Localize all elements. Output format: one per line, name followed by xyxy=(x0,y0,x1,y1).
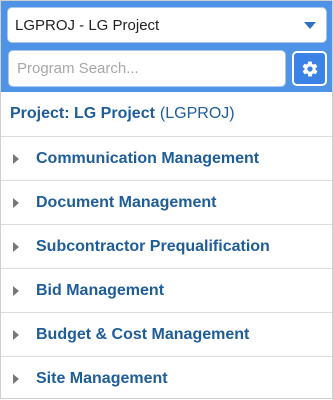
caret-right-icon xyxy=(13,197,19,208)
program-search-input[interactable] xyxy=(8,50,286,87)
menu-item-communication-management[interactable]: Communication Management xyxy=(1,137,332,181)
menu-item-label: Communication Management xyxy=(36,149,260,167)
caret-down-icon xyxy=(304,21,316,29)
project-code-label: (LGPROJ) xyxy=(159,105,235,122)
menu-item-label: Budget & Cost Management xyxy=(36,325,250,343)
program-navigation-panel: LGPROJ - LG Project Project: LG Project … xyxy=(0,0,333,399)
project-header: Project: LG Project (LGPROJ) xyxy=(1,92,332,137)
caret-right-icon xyxy=(13,373,19,384)
menu-item-label: Document Management xyxy=(36,193,217,211)
menu-item-bid-management[interactable]: Bid Management xyxy=(1,269,332,313)
project-dropdown[interactable]: LGPROJ - LG Project xyxy=(7,7,327,43)
gear-icon xyxy=(302,60,317,77)
top-bar: LGPROJ - LG Project xyxy=(1,1,332,92)
project-name-label: Project: LG Project xyxy=(10,105,155,122)
menu-item-label: Subcontractor Prequalification xyxy=(36,237,270,255)
menu-item-document-management[interactable]: Document Management xyxy=(1,181,332,225)
caret-right-icon xyxy=(13,285,19,296)
program-menu: Communication Management Document Manage… xyxy=(1,137,332,400)
menu-item-site-management[interactable]: Site Management xyxy=(1,357,332,400)
project-dropdown-value: LGPROJ - LG Project xyxy=(15,16,160,34)
caret-right-icon xyxy=(13,153,19,164)
menu-item-budget-cost-management[interactable]: Budget & Cost Management xyxy=(1,313,332,357)
caret-right-icon xyxy=(13,241,19,252)
menu-item-label: Bid Management xyxy=(36,281,165,299)
menu-item-label: Site Management xyxy=(36,369,168,387)
menu-item-subcontractor-prequalification[interactable]: Subcontractor Prequalification xyxy=(1,225,332,269)
caret-right-icon xyxy=(13,329,19,340)
settings-button[interactable] xyxy=(292,51,327,86)
